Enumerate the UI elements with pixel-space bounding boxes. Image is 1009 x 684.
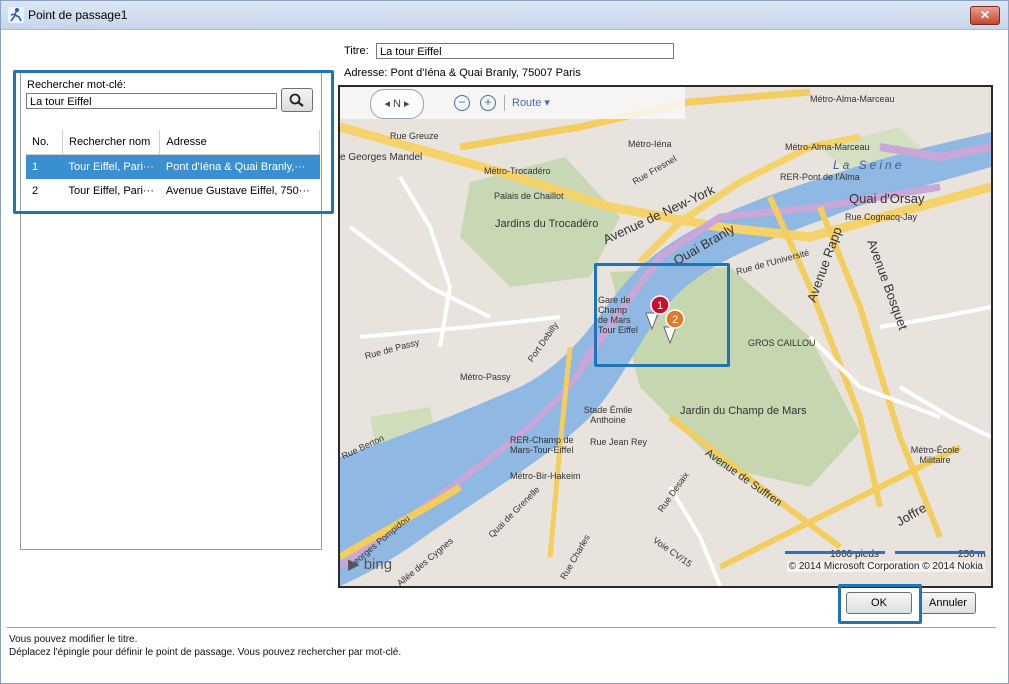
map-label: RER-Pont de l'Alma [780, 172, 860, 182]
waypoint-walker-icon [8, 7, 24, 23]
map-copyright: © 2014 Microsoft Corporation © 2014 Noki… [786, 561, 985, 572]
search-button[interactable] [281, 88, 313, 112]
map-label: e Georges Mandel [340, 152, 423, 163]
map-label: GROS CAILLOU [748, 338, 816, 348]
ok-button[interactable]: OK [846, 592, 912, 614]
map-label: Rue Cognacq-Jay [845, 212, 918, 222]
status-line-1: Vous pouvez modifier le titre. [9, 634, 138, 645]
search-input[interactable]: La tour Eiffel [26, 93, 277, 109]
map-label: Palais de Chaillot [494, 191, 564, 201]
map-label: Jardin du Champ de Mars [680, 405, 807, 417]
svg-text:1: 1 [657, 300, 663, 312]
map-label: Rue Greuze [390, 131, 439, 141]
status-line-2: Déplacez l'épingle pour définir le point… [9, 647, 402, 658]
svg-text:2: 2 [672, 314, 678, 326]
map-label: Métro-Bir-Hakeim [510, 471, 581, 481]
table-row[interactable]: 1 Tour Eiffel, Pari··· Pont d'Iéna & Qua… [26, 154, 320, 179]
column-no[interactable]: No. [26, 130, 63, 155]
address-label: Adresse: Pont d'Iéna & Quai Branly, 7500… [344, 67, 581, 79]
title-label: Titre: [344, 45, 369, 57]
map-label: Quai d'Orsay [849, 191, 925, 206]
address-value: Pont d'Iéna & Quai Branly, 75007 Paris [390, 67, 581, 79]
zoom-out-icon[interactable]: − [454, 95, 470, 111]
map-toolbar: ◂ N ▸ − + Route ▾ [340, 87, 685, 119]
row-address: Pont d'Iéna & Quai Branly,··· [159, 154, 320, 179]
row-name: Tour Eiffel, Pari··· [62, 154, 160, 179]
row-address: Avenue Gustave Eiffel, 750··· [165, 185, 310, 197]
table-row[interactable]: 2 Tour Eiffel, Pari··· Avenue Gustave Ei… [26, 179, 320, 203]
bing-logo: ▶ bing [348, 556, 393, 573]
map-label: Rue Jean Rey [590, 437, 648, 447]
map-label: RER-Champ de Mars-Tour-Eiffel [510, 435, 574, 455]
map-label: Métro-Trocadéro [484, 166, 551, 176]
map-label: Métro-Passy [460, 372, 511, 382]
magnifier-icon [289, 93, 304, 107]
results-table: No. Rechercher nom Adresse 1 Tour Eiffel… [26, 130, 320, 203]
map-label: Gare de Champ de Mars Tour Eiffel [598, 295, 638, 335]
title-input[interactable]: La tour Eiffel [376, 43, 674, 59]
row-no: 1 [26, 154, 63, 179]
title-bar[interactable]: Point de passage1 ✕ [1, 1, 1008, 30]
map-nav-compass[interactable]: ◂ N ▸ [370, 89, 424, 119]
map-label: Jardins du Trocadéro [495, 218, 599, 230]
column-name[interactable]: Rechercher nom [62, 130, 161, 155]
toolbar-separator [504, 95, 505, 111]
row-no: 2 [32, 185, 39, 197]
window-title: Point de passage1 [28, 8, 128, 22]
column-address[interactable]: Adresse [159, 130, 320, 155]
map-view[interactable]: 1 2 Métro-Alma-Marceau Rue Greuze e Geor… [338, 85, 993, 588]
scale-bar-meters [895, 551, 985, 554]
zoom-in-icon[interactable]: + [480, 95, 496, 111]
scale-bar-feet [785, 551, 885, 554]
close-button[interactable]: ✕ [970, 6, 1000, 25]
route-dropdown[interactable]: Route ▾ [512, 96, 550, 109]
cancel-button[interactable]: Annuler [920, 592, 976, 614]
row-name: Tour Eiffel, Pari··· [68, 185, 154, 197]
map-label: Métro-Alma-Marceau [810, 94, 895, 104]
map-label: Métro-École Militaire [910, 445, 960, 465]
map-label: Métro-Alma-Marceau [785, 142, 870, 152]
status-divider [7, 627, 996, 628]
search-label: Rechercher mot-clé: [27, 79, 127, 91]
map-label: La Seine [833, 158, 905, 172]
map-label: Stade Émile Anthoine [583, 405, 633, 425]
map-label: Métro-Iéna [628, 139, 672, 149]
